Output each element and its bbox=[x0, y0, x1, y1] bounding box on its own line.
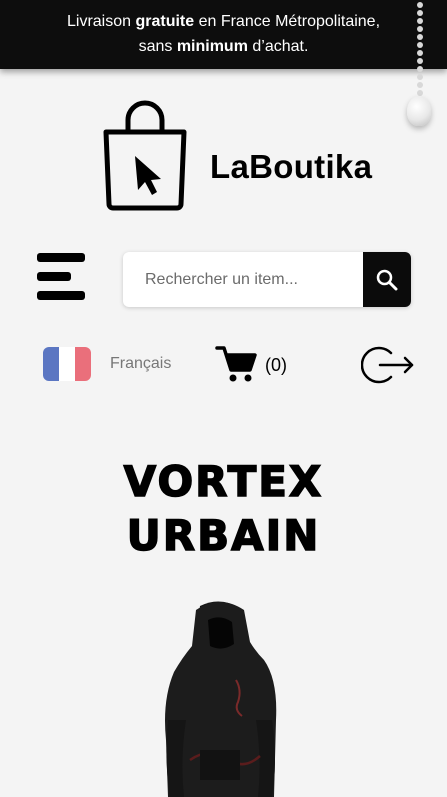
shipping-banner: Livraison gratuite en France Métropolita… bbox=[0, 0, 447, 69]
chain-bead bbox=[417, 26, 423, 32]
chain-bead bbox=[417, 42, 423, 48]
brand-name[interactable]: LaBoutika bbox=[210, 148, 372, 186]
cart-icon[interactable] bbox=[215, 344, 257, 384]
logout-icon[interactable] bbox=[360, 344, 415, 386]
pull-chain[interactable] bbox=[415, 0, 425, 100]
hero-title-line-2: URBAIN bbox=[126, 510, 321, 561]
menu-icon[interactable] bbox=[37, 252, 87, 302]
hero-title: VORTEX URBAIN bbox=[0, 455, 447, 563]
shipping-banner-line-2: sans minimum d’achat. bbox=[138, 38, 309, 55]
search-input[interactable] bbox=[123, 252, 363, 307]
pull-chain-knob[interactable] bbox=[407, 96, 431, 126]
language-label[interactable]: Français bbox=[110, 355, 171, 373]
france-flag-icon[interactable] bbox=[43, 347, 91, 381]
chain-bead bbox=[417, 50, 423, 56]
chain-bead bbox=[417, 18, 423, 24]
chain-bead bbox=[417, 34, 423, 40]
chain-bead bbox=[417, 58, 423, 64]
chain-bead bbox=[417, 82, 423, 88]
hero-title-line-1: VORTEX bbox=[123, 456, 324, 507]
chain-bead bbox=[417, 74, 423, 80]
shipping-banner-line-1: Livraison gratuite en France Métropolita… bbox=[66, 13, 381, 30]
cart-count[interactable]: (0) bbox=[265, 355, 287, 376]
brand-logo-icon[interactable] bbox=[100, 100, 190, 212]
chain-bead bbox=[417, 10, 423, 16]
chain-bead bbox=[417, 2, 423, 8]
search-bar bbox=[123, 252, 411, 307]
search-button[interactable] bbox=[363, 252, 411, 307]
search-icon bbox=[376, 269, 398, 290]
chain-bead bbox=[417, 66, 423, 72]
hoodie-product-image[interactable] bbox=[160, 600, 280, 797]
